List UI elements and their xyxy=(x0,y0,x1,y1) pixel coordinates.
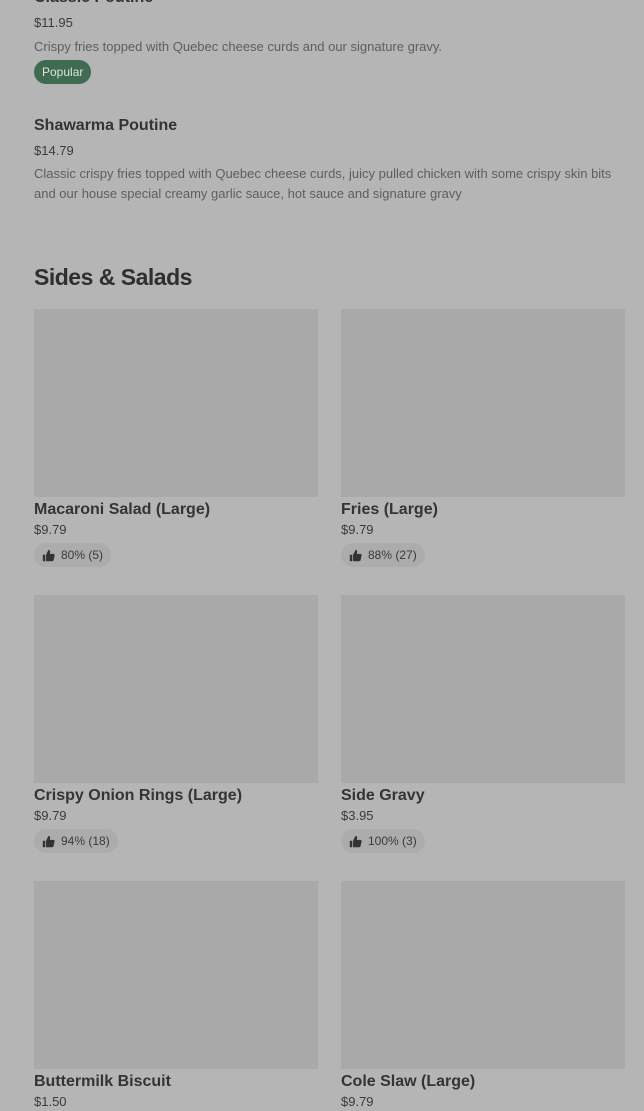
thumbs-up-icon xyxy=(349,549,362,562)
menu-card-buttermilk-biscuit[interactable]: Buttermilk Biscuit $1.50 xyxy=(34,881,318,1110)
thumbs-up-icon xyxy=(42,549,55,562)
rating-text: 94% (18) xyxy=(61,834,110,848)
item-name: Classic Poutine xyxy=(34,0,624,8)
menu-page: Classic Poutine $11.95 Crispy fries topp… xyxy=(0,0,644,1111)
rating-badge: 100% (3) xyxy=(341,829,425,853)
item-image xyxy=(341,309,625,497)
item-image xyxy=(341,881,625,1069)
card-price: $9.79 xyxy=(34,522,67,537)
card-price: $1.50 xyxy=(34,1094,67,1109)
item-image xyxy=(34,309,318,497)
item-price: $11.95 xyxy=(34,15,73,30)
card-name: Cole Slaw (Large) xyxy=(341,1073,476,1090)
card-name: Crispy Onion Rings (Large) xyxy=(34,787,243,804)
card-price: $9.79 xyxy=(34,808,67,823)
rating-text: 88% (27) xyxy=(368,548,417,562)
menu-card-side-gravy[interactable]: Side Gravy $3.95 100% (3) xyxy=(341,595,625,853)
thumbs-up-icon xyxy=(42,835,55,848)
thumbs-up-icon xyxy=(349,835,362,848)
rating-badge: 94% (18) xyxy=(34,829,118,853)
item-image xyxy=(34,595,318,783)
menu-item-classic-poutine[interactable]: Classic Poutine $11.95 Crispy fries topp… xyxy=(34,0,624,84)
menu-card-cole-slaw[interactable]: Cole Slaw (Large) $9.79 xyxy=(341,881,625,1110)
menu-card-fries[interactable]: Fries (Large) $9.79 88% (27) xyxy=(341,309,625,567)
item-description: Crispy fries topped with Quebec cheese c… xyxy=(34,39,443,54)
card-name: Buttermilk Biscuit xyxy=(34,1073,171,1090)
popular-badge: Popular xyxy=(34,60,92,84)
card-name: Side Gravy xyxy=(341,787,425,804)
rating-badge: 80% (5) xyxy=(34,543,112,567)
menu-item-shawarma-poutine[interactable]: Shawarma Poutine $14.79 Classic crispy f… xyxy=(34,116,624,204)
item-image xyxy=(34,881,318,1069)
card-price: $9.79 xyxy=(341,522,374,537)
item-description: Classic crispy fries topped with Quebec … xyxy=(34,166,612,201)
menu-card-macaroni-salad[interactable]: Macaroni Salad (Large) $9.79 80% (5) xyxy=(34,309,318,567)
card-name: Macaroni Salad (Large) xyxy=(34,501,211,518)
item-price: $14.79 xyxy=(34,143,74,158)
item-image xyxy=(341,595,625,783)
rating-text: 80% (5) xyxy=(61,548,104,562)
card-name: Fries (Large) xyxy=(341,501,438,518)
item-name: Shawarma Poutine xyxy=(34,117,178,134)
section-title: Sides & Salads xyxy=(34,264,192,290)
card-price: $3.95 xyxy=(341,808,374,823)
menu-card-onion-rings[interactable]: Crispy Onion Rings (Large) $9.79 94% (18… xyxy=(34,595,318,853)
rating-text: 100% (3) xyxy=(368,834,417,848)
card-price: $9.79 xyxy=(341,1094,374,1109)
rating-badge: 88% (27) xyxy=(341,543,425,567)
